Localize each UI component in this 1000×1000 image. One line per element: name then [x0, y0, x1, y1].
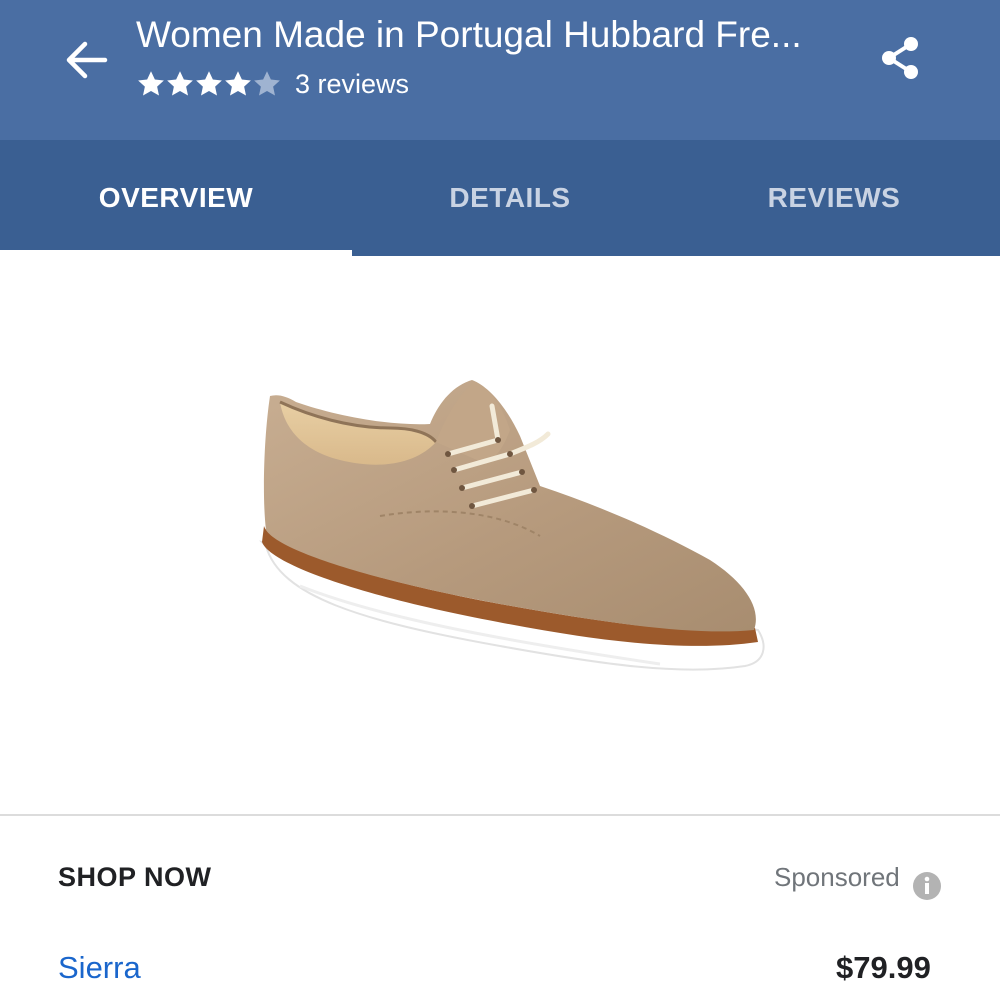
product-image-area	[0, 256, 1000, 814]
reviews-count: 3 reviews	[295, 68, 410, 99]
sponsored-label: Sponsored	[774, 862, 900, 892]
share-button[interactable]	[868, 26, 932, 90]
star-filled-icon	[225, 71, 251, 96]
star-filled-icon	[196, 71, 222, 96]
shop-now-heading: SHOP NOW	[58, 862, 212, 892]
tab-reviews[interactable]: REVIEWS	[668, 140, 1000, 256]
section-divider	[0, 814, 1000, 816]
merchant-link[interactable]: Sierra	[58, 950, 141, 986]
star-rating	[136, 69, 281, 99]
rating-row[interactable]: 3 reviews	[136, 64, 409, 104]
back-button[interactable]	[52, 28, 122, 92]
star-filled-icon	[138, 71, 164, 96]
tab-overview[interactable]: OVERVIEW	[0, 140, 352, 256]
product-image[interactable]	[240, 346, 780, 706]
info-icon[interactable]	[912, 871, 942, 901]
star-filled-icon	[167, 71, 193, 96]
share-icon	[882, 37, 918, 79]
tab-details[interactable]: DETAILS	[340, 140, 680, 256]
app-bar: Women Made in Portugal Hubbard Fre... 3 …	[0, 0, 1000, 140]
offer-price: $79.99	[836, 950, 931, 985]
star-empty-icon	[254, 71, 280, 96]
product-title: Women Made in Portugal Hubbard Fre...	[136, 14, 802, 55]
arrow-left-icon	[66, 41, 108, 79]
tab-bar: OVERVIEW DETAILS REVIEWS	[0, 140, 1000, 256]
